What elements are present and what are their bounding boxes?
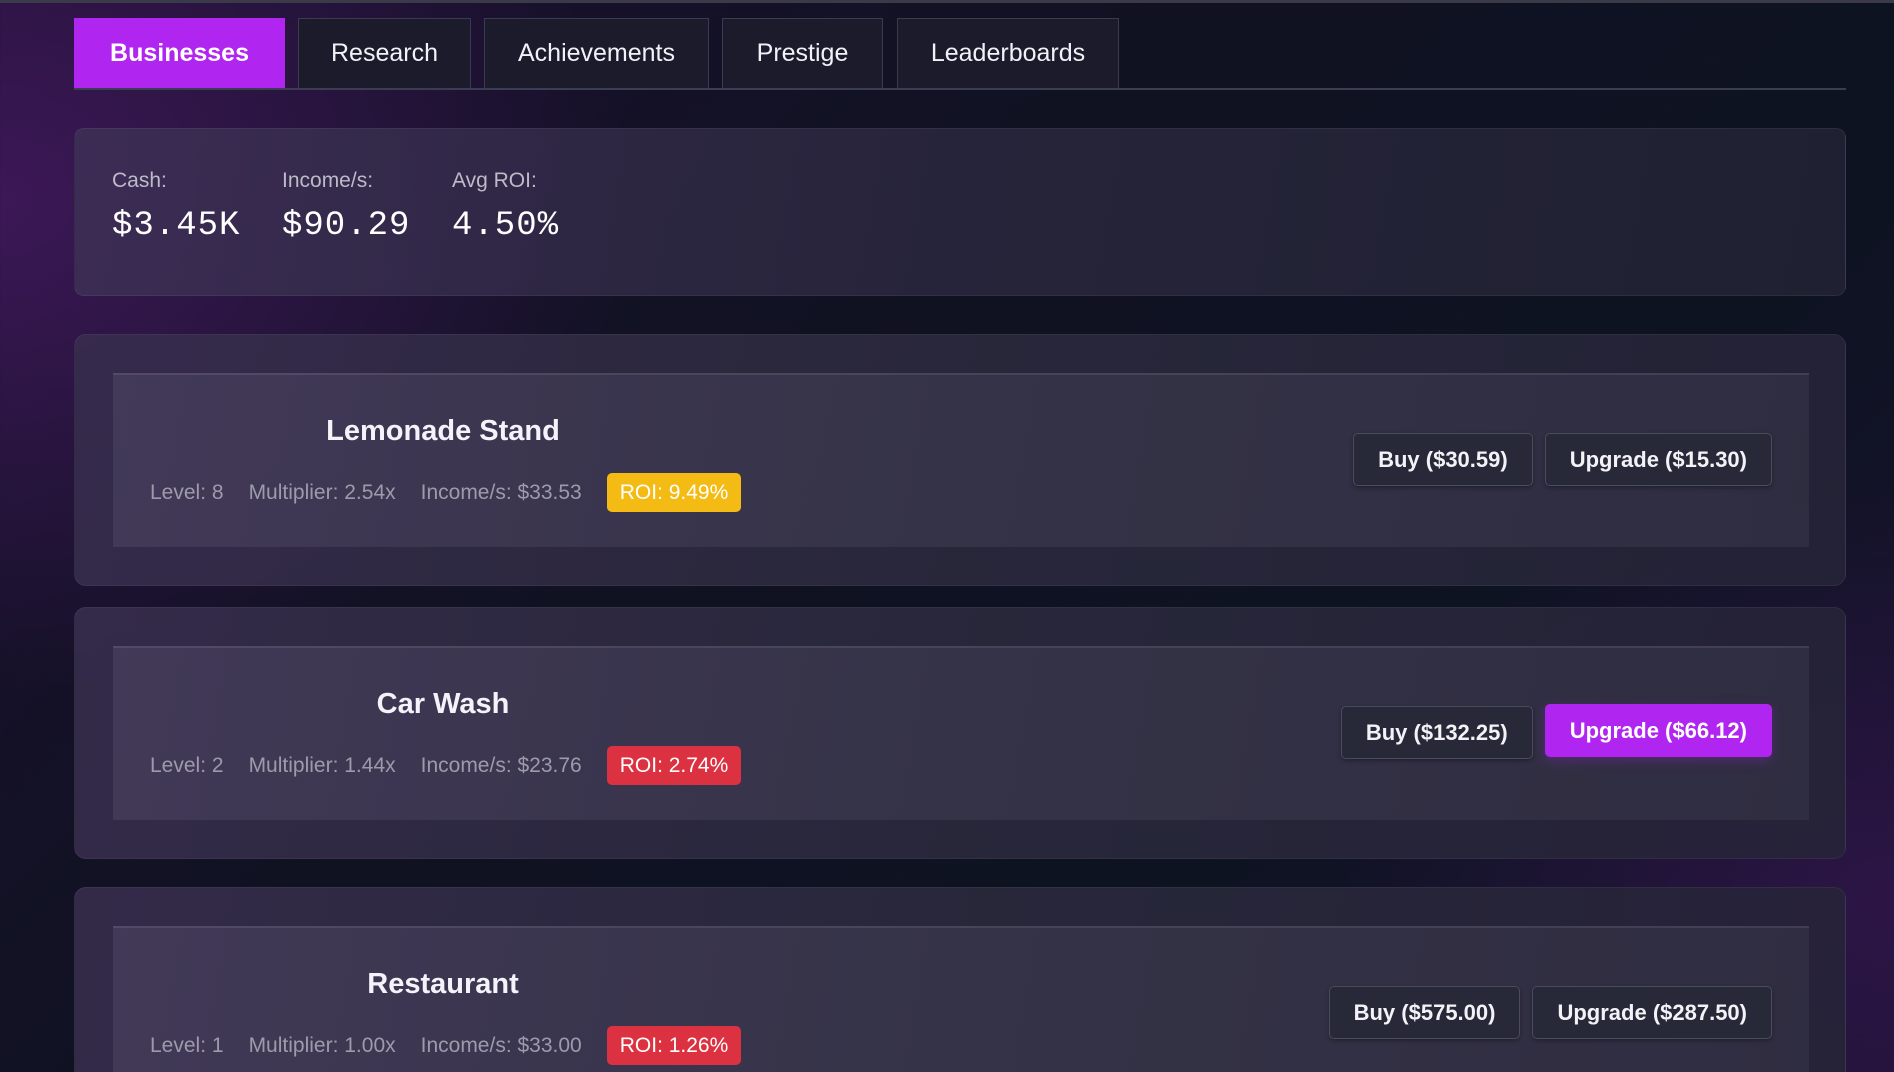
buy-button[interactable]: Buy ($575.00) (1328, 986, 1521, 1039)
stat-income-value: $90.29 (282, 207, 411, 245)
tab-research[interactable]: Research (298, 18, 471, 88)
business-income: Income/s: $33.53 (420, 480, 582, 504)
business-row: Lemonade Stand Level: 8 Multiplier: 2.54… (113, 373, 1809, 547)
upgrade-button[interactable]: Upgrade ($15.30) (1544, 433, 1772, 486)
stats-panel: Cash: $3.45K Income/s: $90.29 Avg ROI: 4… (74, 128, 1846, 296)
business-multiplier: Multiplier: 1.44x (248, 753, 396, 777)
main-tabs: Businesses Research Achievements Prestig… (74, 18, 1846, 90)
business-multiplier: Multiplier: 2.54x (248, 480, 396, 504)
roi-badge: ROI: 1.26% (606, 1026, 742, 1065)
business-card-lemonade-stand: Lemonade Stand Level: 8 Multiplier: 2.54… (74, 334, 1846, 586)
business-name: Restaurant (367, 968, 519, 1000)
buy-button[interactable]: Buy ($132.25) (1340, 706, 1533, 759)
business-multiplier: Multiplier: 1.00x (248, 1033, 396, 1057)
window-top-edge (0, 0, 1894, 3)
business-actions: Buy ($30.59) Upgrade ($15.30) (1341, 433, 1772, 486)
tab-achievements[interactable]: Achievements (484, 18, 709, 88)
roi-badge: ROI: 9.49% (606, 473, 742, 512)
business-level: Level: 1 (150, 1033, 224, 1057)
business-actions: Buy ($132.25) Upgrade ($66.12) (1329, 704, 1772, 759)
business-card-car-wash: Car Wash Level: 2 Multiplier: 1.44x Inco… (74, 607, 1846, 859)
business-row: Car Wash Level: 2 Multiplier: 1.44x Inco… (113, 646, 1809, 820)
stat-avg-roi-label: Avg ROI: (452, 169, 537, 192)
stat-income: Income/s: $90.29 (282, 169, 410, 245)
business-name: Car Wash (376, 688, 510, 720)
stat-income-label: Income/s: (282, 169, 374, 192)
tab-leaderboards[interactable]: Leaderboards (897, 18, 1119, 88)
upgrade-button[interactable]: Upgrade ($287.50) (1532, 986, 1772, 1039)
stat-cash-label: Cash: (112, 169, 167, 192)
roi-badge: ROI: 2.74% (606, 746, 742, 785)
business-level: Level: 2 (150, 753, 224, 777)
business-card-restaurant: Restaurant Level: 1 Multiplier: 1.00x In… (74, 887, 1846, 1072)
stat-avg-roi: Avg ROI: 4.50% (452, 169, 559, 245)
stat-cash-value: $3.45K (112, 207, 241, 245)
business-row: Restaurant Level: 1 Multiplier: 1.00x In… (113, 926, 1809, 1072)
business-income: Income/s: $33.00 (420, 1033, 582, 1057)
business-level: Level: 8 (150, 480, 224, 504)
business-meta: Level: 1 Multiplier: 1.00x Income/s: $33… (150, 1026, 742, 1065)
business-actions: Buy ($575.00) Upgrade ($287.50) (1317, 986, 1772, 1039)
upgrade-button[interactable]: Upgrade ($66.12) (1544, 704, 1772, 757)
business-meta: Level: 8 Multiplier: 2.54x Income/s: $33… (150, 473, 742, 512)
tab-businesses[interactable]: Businesses (74, 18, 285, 88)
stat-avg-roi-value: 4.50% (452, 207, 560, 245)
business-income: Income/s: $23.76 (420, 753, 582, 777)
tab-prestige[interactable]: Prestige (722, 18, 883, 88)
stat-cash: Cash: $3.45K (112, 169, 240, 245)
business-name: Lemonade Stand (326, 415, 560, 447)
business-meta: Level: 2 Multiplier: 1.44x Income/s: $23… (150, 746, 742, 785)
buy-button[interactable]: Buy ($30.59) (1353, 433, 1533, 486)
